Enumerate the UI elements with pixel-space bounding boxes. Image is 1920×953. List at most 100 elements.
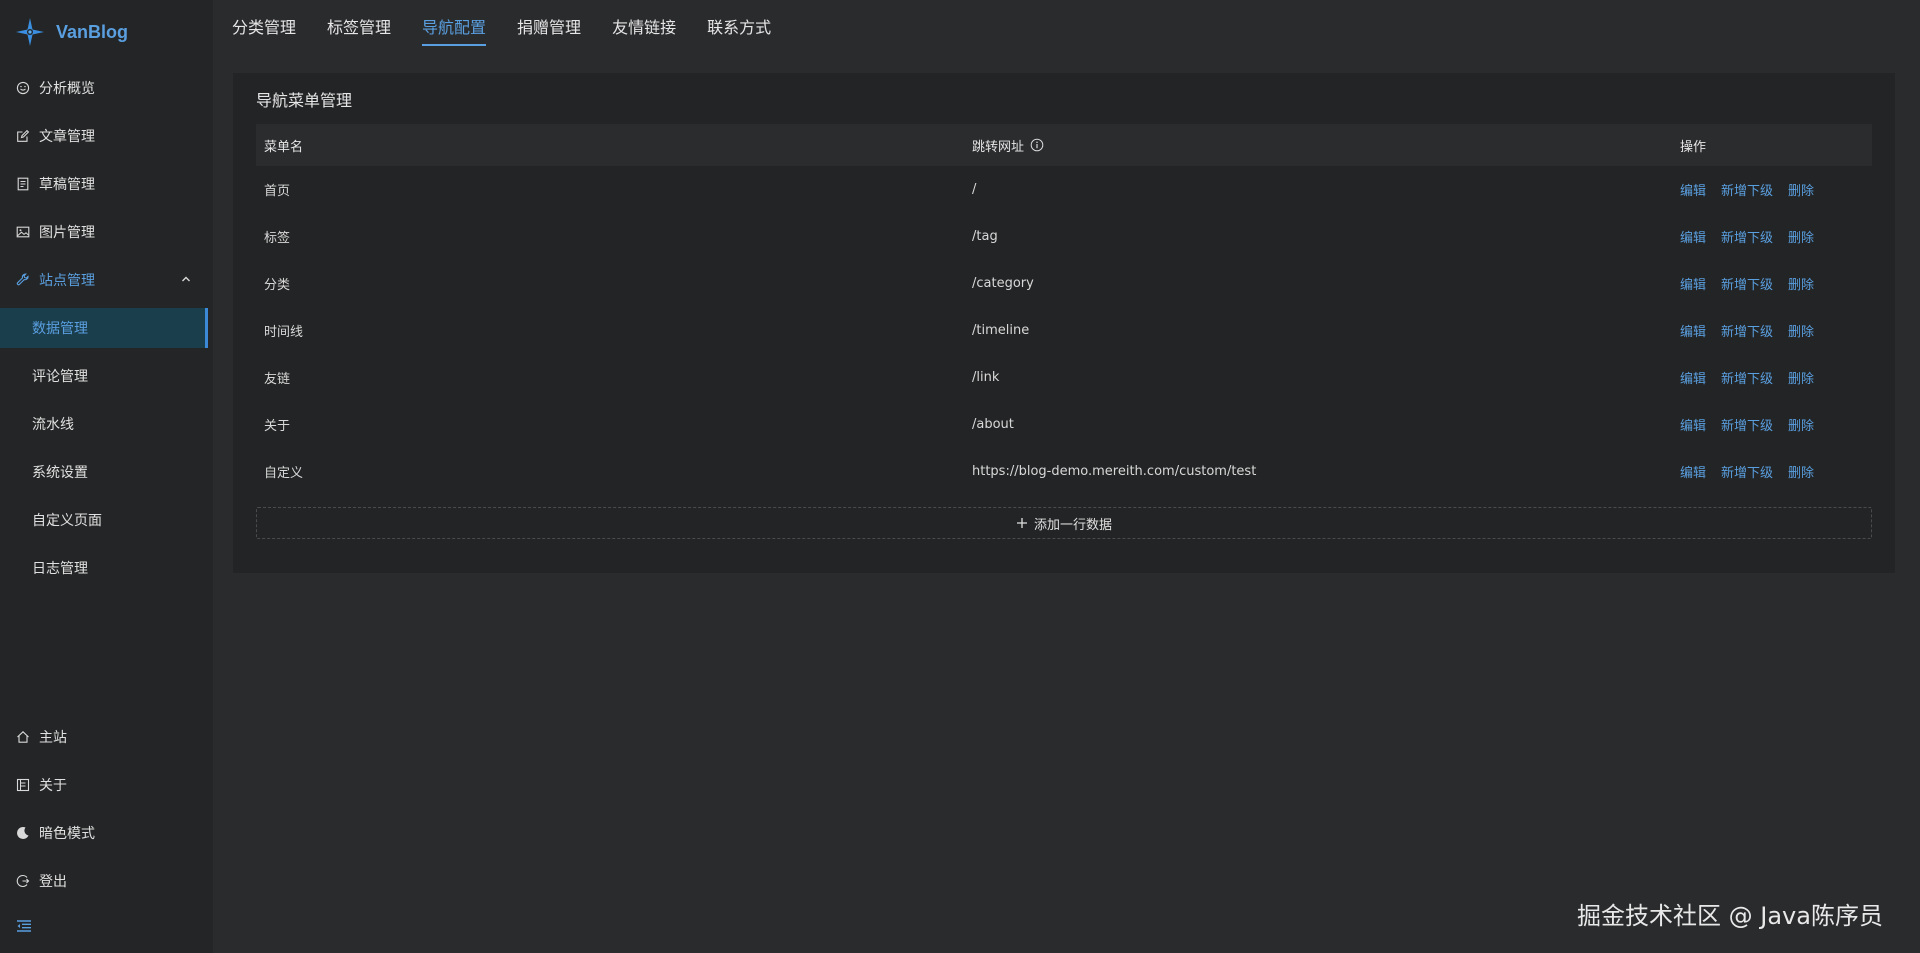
tab-tag-management[interactable]: 标签管理 [327,0,391,52]
cell-url: /tag [972,229,998,244]
sidebar-item-pipeline[interactable]: 流水线 [0,404,208,444]
about-icon [16,778,30,792]
moon-icon [17,826,29,839]
cell-actions: 编辑 新增下级 删除 [1672,462,1872,481]
cell-url: /about [972,417,1014,432]
image-icon [16,226,30,238]
delete-link[interactable]: 删除 [1788,321,1814,340]
edit-link[interactable]: 编辑 [1680,415,1706,434]
sidebar-item-logout[interactable]: 登出 [0,861,208,901]
tab-navigation-config[interactable]: 导航配置 [422,0,487,52]
cell-url: /timeline [972,323,1030,338]
edit-link[interactable]: 编辑 [1680,180,1706,199]
edit-link[interactable]: 编辑 [1680,368,1706,387]
nav-menu-card: 导航菜单管理 菜单名 跳转网址 操作 首页 / 编辑 新增下级 删除 标签 /t… [233,73,1895,573]
sidebar-item-label: 日志管理 [32,561,88,577]
tab-friend-links[interactable]: 友情链接 [612,0,676,52]
tab-donation-management[interactable]: 捐赠管理 [517,0,581,52]
sidebar-item-label: 站点管理 [39,273,95,289]
cell-name: 时间线 [264,325,304,340]
dashboard-icon [16,81,30,95]
edit-link[interactable]: 编辑 [1680,227,1706,246]
sidebar-item-dashboard[interactable]: 分析概览 [0,68,208,108]
cell-actions: 编辑 新增下级 删除 [1672,321,1872,340]
sidebar-item-about[interactable]: 关于 [0,765,208,805]
sidebar-item-articles[interactable]: 文章管理 [0,116,208,156]
info-icon[interactable] [1030,138,1044,152]
delete-link[interactable]: 删除 [1788,415,1814,434]
cell-url: /category [972,276,1034,291]
cell-actions: 编辑 新增下级 删除 [1672,368,1872,387]
cell-name: 分类 [264,278,291,293]
table-row: 友链 /link 编辑 新增下级 删除 [256,354,1872,401]
sidebar-item-label: 登出 [39,874,67,890]
cell-name: 友链 [264,372,291,387]
add-child-link[interactable]: 新增下级 [1721,462,1773,481]
home-icon [17,731,29,743]
sidebar-item-logs[interactable]: 日志管理 [0,548,208,588]
cell-actions: 编辑 新增下级 删除 [1672,180,1872,199]
table-row: 标签 /tag 编辑 新增下级 删除 [256,213,1872,260]
sidebar-item-drafts[interactable]: 草稿管理 [0,164,208,204]
edit-link[interactable]: 编辑 [1680,321,1706,340]
cell-actions: 编辑 新增下级 删除 [1672,227,1872,246]
add-row-button[interactable]: 添加一行数据 [256,507,1872,539]
add-child-link[interactable]: 新增下级 [1721,321,1773,340]
column-header-name: 菜单名 [264,139,304,155]
sidebar-item-label: 图片管理 [39,225,95,241]
sidebar: VanBlog 分析概览 文章管理 草稿管理 图片管理 站点管理 数据管理 评论… [0,0,213,953]
sidebar-item-label: 文章管理 [39,129,95,145]
tab-contact[interactable]: 联系方式 [707,0,771,52]
card-title: 导航菜单管理 [256,91,353,110]
add-child-link[interactable]: 新增下级 [1721,415,1773,434]
sidebar-item-label: 关于 [39,778,67,794]
sidebar-item-main-site[interactable]: 主站 [0,717,208,757]
edit-icon [17,129,30,142]
cell-actions: 编辑 新增下级 删除 [1672,415,1872,434]
add-child-link[interactable]: 新增下级 [1721,180,1773,199]
delete-link[interactable]: 删除 [1788,180,1814,199]
sidebar-item-images[interactable]: 图片管理 [0,212,208,252]
sidebar-item-site-management[interactable]: 站点管理 [0,260,208,300]
sidebar-item-label: 草稿管理 [39,177,95,193]
cell-actions: 编辑 新增下级 删除 [1672,274,1872,293]
sidebar-item-system-settings[interactable]: 系统设置 [0,452,208,492]
edit-link[interactable]: 编辑 [1680,462,1706,481]
dark-mode-toggle[interactable]: 暗色模式 [0,813,208,853]
tab-category-management[interactable]: 分类管理 [232,0,296,52]
sidebar-item-label: 暗色模式 [39,826,95,842]
cell-url: / [972,182,977,197]
sidebar-item-data-management[interactable]: 数据管理 [0,308,208,348]
delete-link[interactable]: 删除 [1788,274,1814,293]
cell-url: /link [972,370,1000,385]
watermark: 掘金技术社区 @ Java陈序员 [1577,902,1883,930]
chevron-up-icon [182,276,190,282]
nav-menu-table: 菜单名 跳转网址 操作 首页 / 编辑 新增下级 删除 标签 /tag 编辑 新… [256,124,1872,495]
add-child-link[interactable]: 新增下级 [1721,227,1773,246]
edit-link[interactable]: 编辑 [1680,274,1706,293]
delete-link[interactable]: 删除 [1788,368,1814,387]
collapse-sidebar-icon[interactable] [16,918,32,934]
add-child-link[interactable]: 新增下级 [1721,368,1773,387]
top-tabs: 分类管理 标签管理 导航配置 捐赠管理 友情链接 联系方式 [232,0,802,52]
add-row-label: 添加一行数据 [1033,517,1112,533]
cell-name: 关于 [264,419,291,434]
column-header-url: 跳转网址 [964,136,1672,155]
sidebar-item-comments[interactable]: 评论管理 [0,356,208,396]
add-child-link[interactable]: 新增下级 [1721,274,1773,293]
delete-link[interactable]: 删除 [1788,227,1814,246]
table-row: 自定义 https://blog-demo.mereith.com/custom… [256,448,1872,495]
logout-icon [16,875,30,887]
sidebar-item-label: 流水线 [32,417,74,433]
tool-icon [16,273,29,286]
table-header: 菜单名 跳转网址 操作 [256,124,1872,166]
table-row: 首页 / 编辑 新增下级 删除 [256,166,1872,213]
app-root: VanBlog 分析概览 文章管理 草稿管理 图片管理 站点管理 数据管理 评论… [0,0,1920,953]
table-row: 时间线 /timeline 编辑 新增下级 删除 [256,307,1872,354]
vanblog-logo-icon [16,18,44,46]
delete-link[interactable]: 删除 [1788,462,1814,481]
sidebar-item-custom-pages[interactable]: 自定义页面 [0,500,208,540]
sidebar-item-label: 数据管理 [32,321,88,337]
brand[interactable]: VanBlog [15,14,128,50]
sidebar-item-label: 主站 [39,730,67,746]
